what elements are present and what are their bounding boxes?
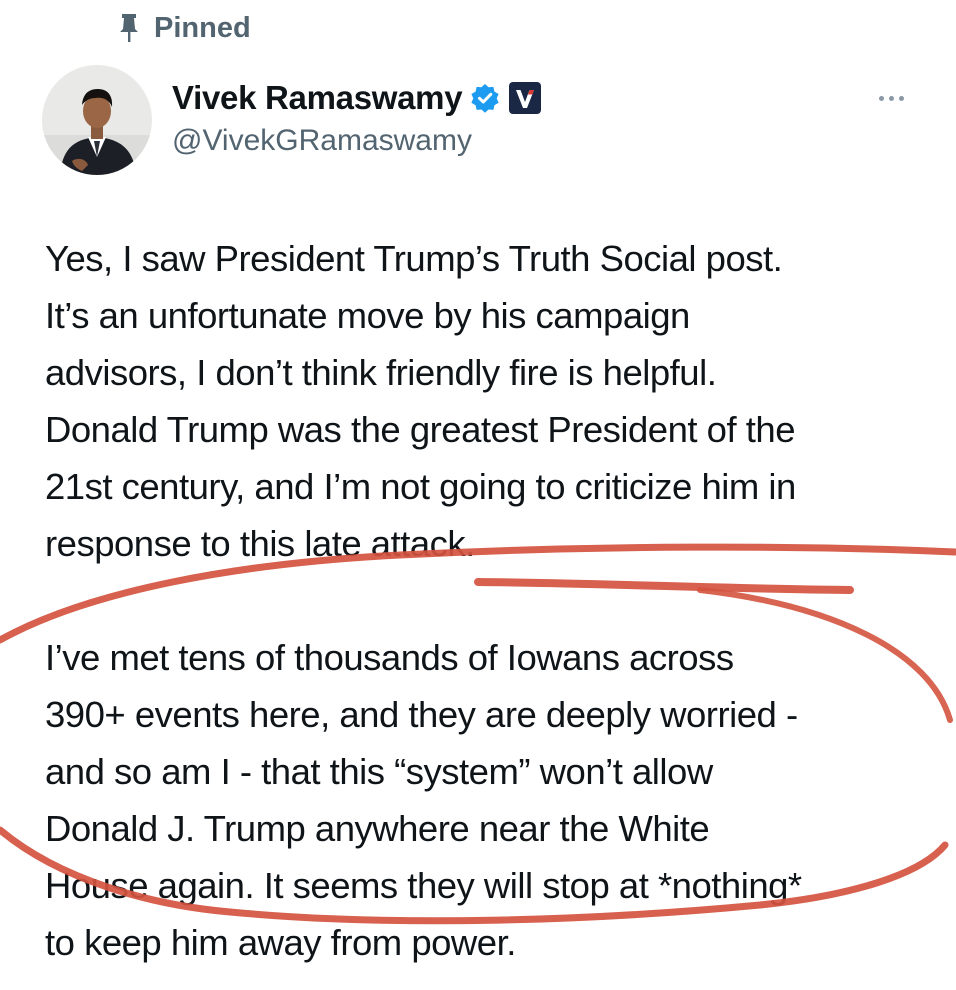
more-dot-icon (898, 95, 904, 101)
post-paragraph-1: Yes, I saw President Trump’s Truth Socia… (45, 238, 796, 564)
more-dot-icon (888, 95, 894, 101)
verified-badge-icon[interactable] (470, 83, 500, 113)
more-dot-icon (878, 95, 884, 101)
post-text: Yes, I saw President Trump’s Truth Socia… (45, 230, 945, 971)
pinned-label: Pinned (154, 11, 251, 44)
author-handle[interactable]: @VivekGRamaswamy (172, 124, 472, 158)
pinned-indicator: Pinned (118, 8, 251, 48)
author-name-row[interactable]: Vivek Ramaswamy (172, 76, 542, 120)
post-paragraph-2: I’ve met tens of thousands of Iowans acr… (45, 637, 802, 963)
pin-icon (118, 13, 140, 43)
avatar[interactable] (42, 65, 152, 175)
display-name[interactable]: Vivek Ramaswamy (172, 79, 463, 117)
affiliate-v-logo-icon[interactable] (508, 81, 542, 115)
more-options-button[interactable] (868, 86, 914, 110)
